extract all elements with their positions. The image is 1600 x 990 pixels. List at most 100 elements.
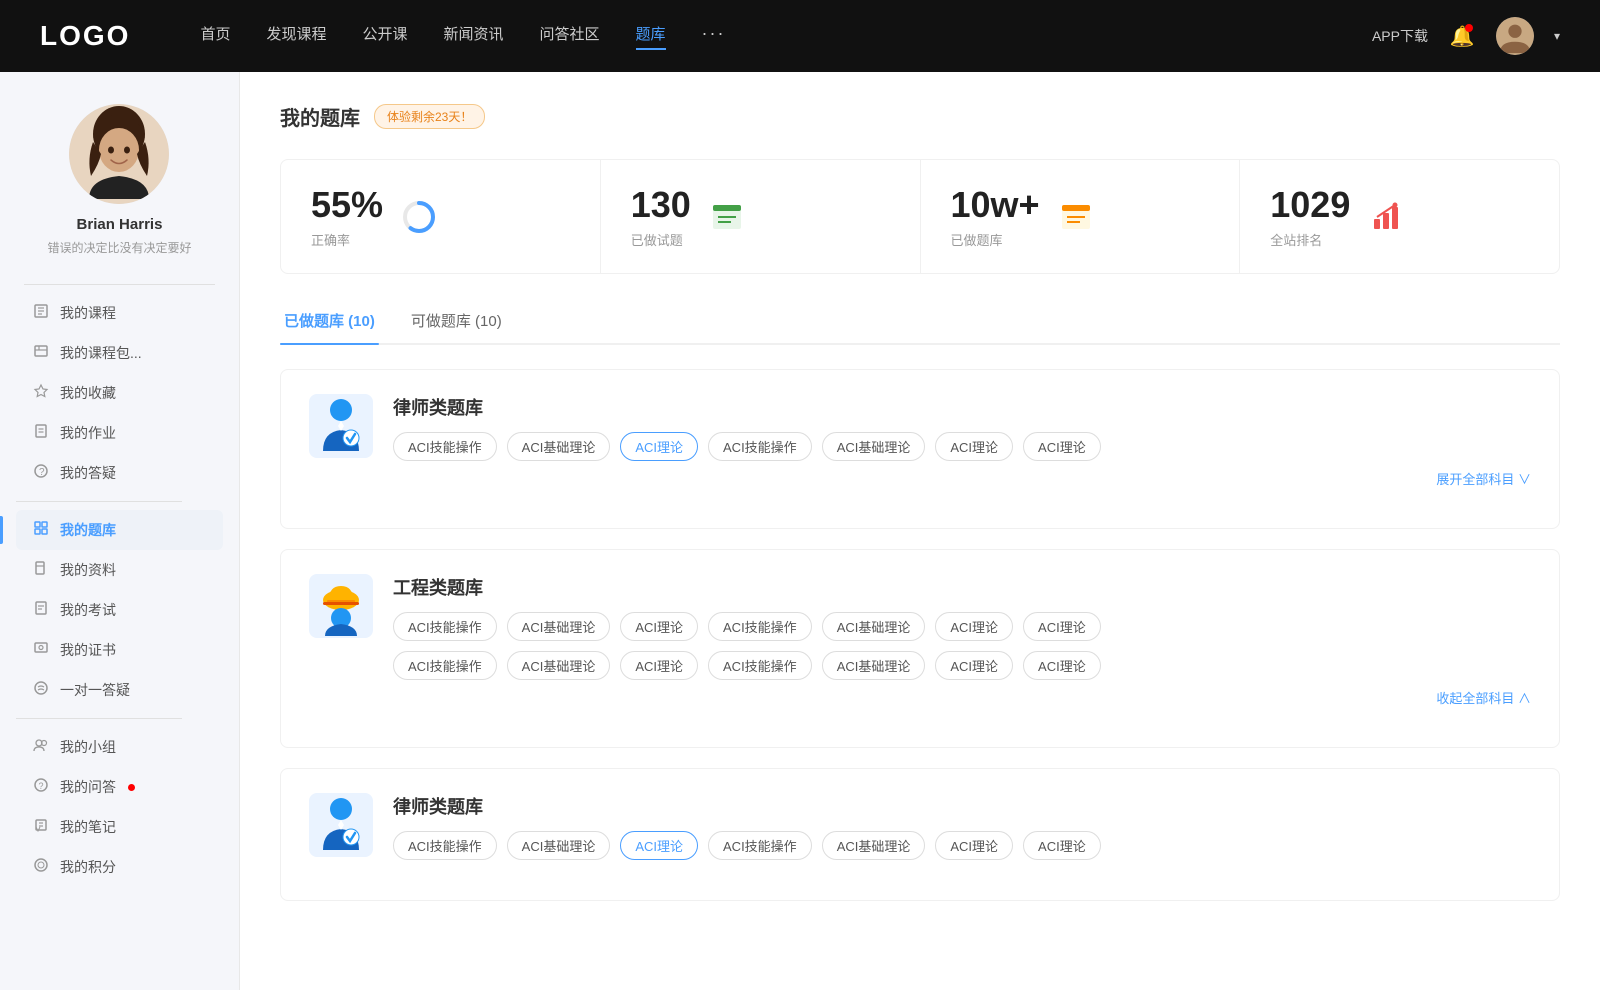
sidebar-item-exams[interactable]: 我的考试 — [16, 590, 223, 630]
sidebar-item-points[interactable]: 我的积分 — [16, 847, 223, 887]
qbank-tag[interactable]: ACI基础理论 — [507, 612, 611, 641]
logo: LOGO — [40, 20, 130, 52]
sidebar-item-notes[interactable]: 我的笔记 — [16, 807, 223, 847]
trial-badge: 体验剩余23天！ — [374, 104, 485, 129]
qbank-engineer-icon — [309, 574, 373, 638]
sidebar-item-myqa[interactable]: ? 我的问答 — [16, 767, 223, 807]
sidebar-item-courses[interactable]: 我的课程 — [16, 293, 223, 333]
qbank-tag-active[interactable]: ACI理论 — [620, 831, 698, 860]
courses-icon — [32, 303, 50, 323]
qbank-tag[interactable]: ACI理论 — [1023, 651, 1101, 680]
qbank-tag[interactable]: ACI理论 — [1023, 831, 1101, 860]
qbank-tag[interactable]: ACI基础理论 — [507, 651, 611, 680]
sidebar-item-qbank-label: 我的题库 — [60, 520, 116, 540]
sidebar-item-homework[interactable]: 我的作业 — [16, 413, 223, 453]
tab-done-banks[interactable]: 已做题库 (10) — [280, 302, 379, 343]
myqa-red-dot — [128, 784, 135, 791]
qbank-header-lawyer2: 律师类题库 ACI技能操作 ACI基础理论 ACI理论 ACI技能操作 ACI基… — [309, 793, 1531, 860]
qbank-tag[interactable]: ACI技能操作 — [393, 651, 497, 680]
notification-bell[interactable]: 🔔 — [1448, 22, 1476, 50]
user-dropdown-arrow[interactable]: ▾ — [1554, 29, 1560, 43]
sidebar-item-questions[interactable]: ? 我的答疑 — [16, 453, 223, 493]
sidebar-menu: 我的课程 我的课程包... 我的收藏 我的作业 — [0, 293, 239, 887]
qbank-tag[interactable]: ACI技能操作 — [393, 612, 497, 641]
stat-done-questions-number: 130 — [631, 184, 691, 226]
qbank-tag[interactable]: ACI基础理论 — [507, 831, 611, 860]
stat-accuracy-left: 55% 正确率 — [311, 184, 383, 249]
sidebar-item-exams-label: 我的考试 — [60, 600, 116, 620]
qbank-tag[interactable]: ACI技能操作 — [393, 432, 497, 461]
stat-done-banks: 10w+ 已做题库 — [921, 160, 1241, 273]
qbank-tag[interactable]: ACI基础理论 — [822, 612, 926, 641]
nav-more[interactable]: ··· — [702, 23, 726, 50]
sidebar-item-tutoring[interactable]: 一对一答疑 — [16, 670, 223, 710]
qbank-tag[interactable]: ACI理论 — [935, 612, 1013, 641]
qbank-tag[interactable]: ACI基础理论 — [822, 432, 926, 461]
qbank-tag[interactable]: ACI理论 — [1023, 612, 1101, 641]
sidebar-item-certs-label: 我的证书 — [60, 640, 116, 660]
points-icon — [32, 857, 50, 877]
sidebar-item-notes-label: 我的笔记 — [60, 817, 116, 837]
nav-open-course[interactable]: 公开课 — [362, 23, 407, 50]
sidebar-item-packages[interactable]: 我的课程包... — [16, 333, 223, 373]
sidebar-item-materials[interactable]: 我的资料 — [16, 550, 223, 590]
sidebar-item-packages-label: 我的课程包... — [60, 343, 142, 363]
qbank-tag[interactable]: ACI技能操作 — [708, 831, 812, 860]
qbank-lawyer2-tags: ACI技能操作 ACI基础理论 ACI理论 ACI技能操作 ACI基础理论 AC… — [393, 831, 1531, 860]
qbank-header-lawyer1: 律师类题库 ACI技能操作 ACI基础理论 ACI理论 ACI技能操作 ACI基… — [309, 394, 1531, 488]
stat-accuracy-number: 55% — [311, 184, 383, 226]
qbank-section-engineer: 工程类题库 ACI技能操作 ACI基础理论 ACI理论 ACI技能操作 ACI基… — [280, 549, 1560, 748]
profile-avatar — [69, 104, 169, 204]
qbank-tag[interactable]: ACI基础理论 — [822, 831, 926, 860]
qbank-tag[interactable]: ACI技能操作 — [708, 651, 812, 680]
qbank-tag[interactable]: ACI理论 — [620, 651, 698, 680]
qbank-tag[interactable]: ACI理论 — [1023, 432, 1101, 461]
nav-home[interactable]: 首页 — [200, 23, 230, 50]
myqa-icon: ? — [32, 777, 50, 797]
nav-news[interactable]: 新闻资讯 — [444, 23, 504, 50]
qbank-tag[interactable]: ACI技能操作 — [708, 432, 812, 461]
stats-row: 55% 正确率 130 已做试题 — [280, 159, 1560, 274]
expand-link-lawyer1[interactable]: 展开全部科目 ∨ — [393, 469, 1531, 488]
qbank-tag[interactable]: ACI理论 — [620, 612, 698, 641]
qbank-tag-active[interactable]: ACI理论 — [620, 432, 698, 461]
qbank-tag[interactable]: ACI技能操作 — [393, 831, 497, 860]
collapse-link-engineer[interactable]: 收起全部科目 ∧ — [393, 688, 1531, 707]
qbank-icon — [32, 520, 50, 540]
sidebar-item-certs[interactable]: 我的证书 — [16, 630, 223, 670]
page-header: 我的题库 体验剩余23天！ — [280, 102, 1560, 131]
nav-items: 首页 发现课程 公开课 新闻资讯 问答社区 题库 ··· — [200, 23, 1332, 50]
qbank-engineer-tags: ACI技能操作 ACI基础理论 ACI理论 ACI技能操作 ACI基础理论 AC… — [393, 612, 1531, 641]
qbank-tag[interactable]: ACI理论 — [935, 831, 1013, 860]
qbank-tag[interactable]: ACI理论 — [935, 651, 1013, 680]
qbank-section-lawyer1: 律师类题库 ACI技能操作 ACI基础理论 ACI理论 ACI技能操作 ACI基… — [280, 369, 1560, 529]
sidebar-item-tutoring-label: 一对一答疑 — [60, 680, 130, 700]
sidebar-item-favorites[interactable]: 我的收藏 — [16, 373, 223, 413]
nav-qbank[interactable]: 题库 — [636, 23, 666, 50]
notification-dot — [1465, 24, 1473, 32]
nav-discover[interactable]: 发现课程 — [266, 23, 326, 50]
sidebar-item-qbank[interactable]: 我的题库 — [16, 510, 223, 550]
groups-icon — [32, 737, 50, 757]
qbank-tag[interactable]: ACI技能操作 — [708, 612, 812, 641]
favorites-icon — [32, 383, 50, 403]
user-avatar[interactable] — [1496, 17, 1534, 55]
layout: Brian Harris 错误的决定比没有决定要好 我的课程 我的课程包... — [0, 72, 1600, 990]
svg-text:?: ? — [39, 781, 44, 791]
qbank-tag[interactable]: ACI基础理论 — [507, 432, 611, 461]
nav-qa[interactable]: 问答社区 — [540, 23, 600, 50]
sidebar-divider3 — [16, 718, 182, 719]
profile-name: Brian Harris — [77, 216, 163, 233]
sidebar-item-groups[interactable]: 我的小组 — [16, 727, 223, 767]
sidebar-divider — [24, 284, 215, 285]
app-download[interactable]: APP下载 — [1372, 26, 1428, 46]
profile-section: Brian Harris 错误的决定比没有决定要好 — [27, 72, 211, 276]
qbank-tag[interactable]: ACI基础理论 — [822, 651, 926, 680]
sidebar-item-courses-label: 我的课程 — [60, 303, 116, 323]
tab-todo-banks[interactable]: 可做题库 (10) — [407, 302, 506, 343]
stat-done-banks-icon — [1056, 197, 1096, 237]
qbank-engineer-tags-row2: ACI技能操作 ACI基础理论 ACI理论 ACI技能操作 ACI基础理论 AC… — [393, 651, 1531, 680]
notes-icon — [32, 817, 50, 837]
certs-icon — [32, 640, 50, 660]
qbank-tag[interactable]: ACI理论 — [935, 432, 1013, 461]
